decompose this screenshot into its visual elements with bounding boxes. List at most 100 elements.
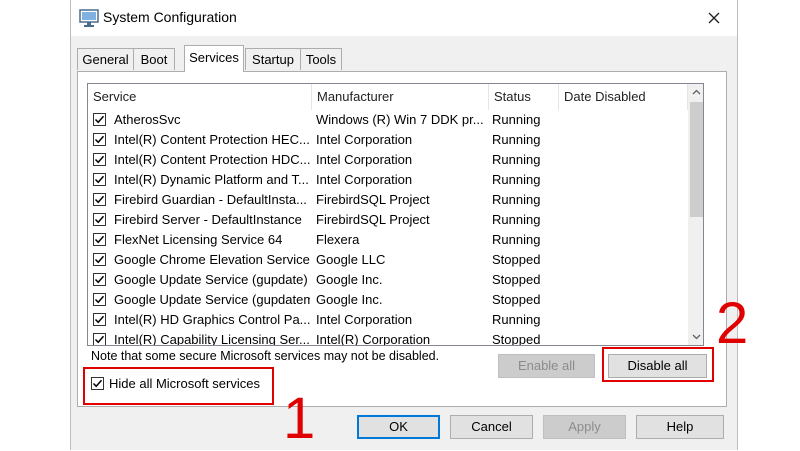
service-status: Stopped — [492, 252, 541, 267]
list-header: Service Manufacturer Status Date Disable… — [88, 84, 688, 110]
column-header-status[interactable]: Status — [489, 84, 559, 110]
service-name: Google Chrome Elevation Service — [114, 252, 310, 267]
service-checkbox[interactable] — [93, 133, 106, 146]
scroll-up-button[interactable] — [688, 84, 703, 101]
table-row[interactable]: Intel(R) HD Graphics Control Pa... Intel … — [88, 310, 688, 330]
service-name: Intel(R) HD Graphics Control Pa... — [114, 312, 310, 327]
checkmark-icon — [94, 195, 105, 204]
service-name: Google Update Service (gupdatem) — [114, 292, 310, 307]
service-name: Intel(R) Dynamic Platform and T... — [114, 172, 309, 187]
service-checkbox[interactable] — [93, 313, 106, 326]
window-title: System Configuration — [103, 9, 237, 25]
highlight-hide-microsoft-services — [83, 367, 274, 405]
service-manufacturer: Google Inc. — [316, 272, 383, 287]
service-checkbox[interactable] — [93, 293, 106, 306]
service-status: Stopped — [492, 332, 541, 346]
service-checkbox[interactable] — [93, 333, 106, 345]
service-status: Running — [492, 312, 541, 327]
service-checkbox[interactable] — [93, 113, 106, 126]
table-row[interactable]: Google Update Service (gupdatem) Google I… — [88, 290, 688, 310]
service-status: Running — [492, 152, 541, 167]
service-name: Firebird Server - DefaultInstance — [114, 212, 302, 227]
service-name: Google Update Service (gupdate) — [114, 272, 308, 287]
system-configuration-icon — [79, 9, 99, 27]
service-checkbox[interactable] — [93, 193, 106, 206]
apply-button[interactable]: Apply — [543, 415, 626, 439]
scroll-thumb[interactable] — [690, 102, 703, 217]
service-name: AtherosSvc — [114, 112, 181, 127]
service-manufacturer: Windows (R) Win 7 DDK pr... — [316, 112, 484, 127]
column-header-service[interactable]: Service — [88, 84, 312, 110]
service-name: Intel(R) Capability Licensing Ser... — [114, 332, 310, 346]
service-manufacturer: Flexera — [316, 232, 360, 247]
table-row[interactable]: Google Update Service (gupdate) Google In… — [88, 270, 688, 290]
service-checkbox[interactable] — [93, 253, 106, 266]
service-name: Firebird Guardian - DefaultInsta... — [114, 192, 307, 207]
service-status: Running — [492, 192, 541, 207]
enable-all-button[interactable]: Enable all — [498, 354, 595, 378]
tab-startup[interactable]: Startup — [245, 48, 301, 70]
checkmark-icon — [94, 315, 105, 324]
service-manufacturer: Google Inc. — [316, 292, 383, 307]
table-row[interactable]: Intel(R) Content Protection HEC... Intel … — [88, 130, 688, 150]
checkmark-icon — [94, 215, 105, 224]
service-checkbox[interactable] — [93, 233, 106, 246]
service-manufacturer: Intel Corporation — [316, 152, 413, 167]
services-list[interactable]: Service Manufacturer Status Date Disable… — [87, 83, 704, 346]
table-row[interactable]: Intel(R) Dynamic Platform and T... Intel … — [88, 170, 688, 190]
service-checkbox[interactable] — [93, 153, 106, 166]
checkmark-icon — [94, 295, 105, 304]
table-row[interactable]: Google Chrome Elevation Service Google LL… — [88, 250, 688, 270]
checkmark-icon — [94, 335, 105, 344]
service-manufacturer: Intel(R) Corporation — [316, 332, 431, 346]
ok-button[interactable]: OK — [357, 415, 440, 439]
chevron-down-icon — [692, 334, 701, 340]
service-status: Running — [492, 212, 541, 227]
table-row[interactable]: AtherosSvc Windows (R) Win 7 DDK pr... Run… — [88, 110, 688, 130]
service-name: Intel(R) Content Protection HEC... — [114, 132, 310, 147]
checkmark-icon — [94, 115, 105, 124]
service-status: Running — [492, 232, 541, 247]
help-button[interactable]: Help — [636, 415, 724, 439]
column-header-date-disabled[interactable]: Date Disabled — [559, 84, 688, 110]
service-status: Running — [492, 172, 541, 187]
service-checkbox[interactable] — [93, 213, 106, 226]
close-icon — [708, 12, 720, 24]
service-manufacturer: Intel Corporation — [316, 172, 413, 187]
service-status: Running — [492, 132, 541, 147]
close-button[interactable] — [697, 4, 731, 32]
table-row[interactable]: FlexNet Licensing Service 64 Flexera Runni… — [88, 230, 688, 250]
column-header-manufacturer[interactable]: Manufacturer — [312, 84, 489, 110]
service-manufacturer: FirebirdSQL Project — [316, 212, 430, 227]
service-manufacturer: Intel Corporation — [316, 132, 413, 147]
table-row[interactable]: Intel(R) Capability Licensing Ser... Inte… — [88, 330, 688, 346]
checkmark-icon — [94, 135, 105, 144]
checkmark-icon — [94, 155, 105, 164]
chevron-up-icon — [692, 89, 701, 95]
cancel-button[interactable]: Cancel — [450, 415, 533, 439]
table-row[interactable]: Intel(R) Content Protection HDC... Intel … — [88, 150, 688, 170]
service-status: Stopped — [492, 292, 541, 307]
service-manufacturer: Google LLC — [316, 252, 386, 267]
checkmark-icon — [94, 275, 105, 284]
service-manufacturer: Intel Corporation — [316, 312, 413, 327]
checkmark-icon — [94, 175, 105, 184]
secure-services-note: Note that some secure Microsoft services… — [91, 349, 440, 363]
service-status: Stopped — [492, 272, 541, 287]
tab-general[interactable]: General — [77, 48, 134, 70]
service-name: Intel(R) Content Protection HDC... — [114, 152, 310, 167]
service-checkbox[interactable] — [93, 173, 106, 186]
table-row[interactable]: Firebird Server - DefaultInstance Firebir… — [88, 210, 688, 230]
table-row[interactable]: Firebird Guardian - DefaultInsta... Fireb… — [88, 190, 688, 210]
service-checkbox[interactable] — [93, 273, 106, 286]
scroll-down-button[interactable] — [688, 328, 703, 345]
tab-tools[interactable]: Tools — [300, 48, 342, 70]
tab-services[interactable]: Services — [184, 45, 244, 72]
tab-boot[interactable]: Boot — [133, 48, 175, 70]
vertical-scrollbar[interactable] — [688, 84, 703, 345]
service-status: Running — [492, 112, 541, 127]
highlight-disable-all — [602, 347, 714, 382]
step-number-2: 2 — [716, 291, 749, 356]
title-bar: System Configuration — [71, 0, 737, 36]
checkmark-icon — [94, 235, 105, 244]
